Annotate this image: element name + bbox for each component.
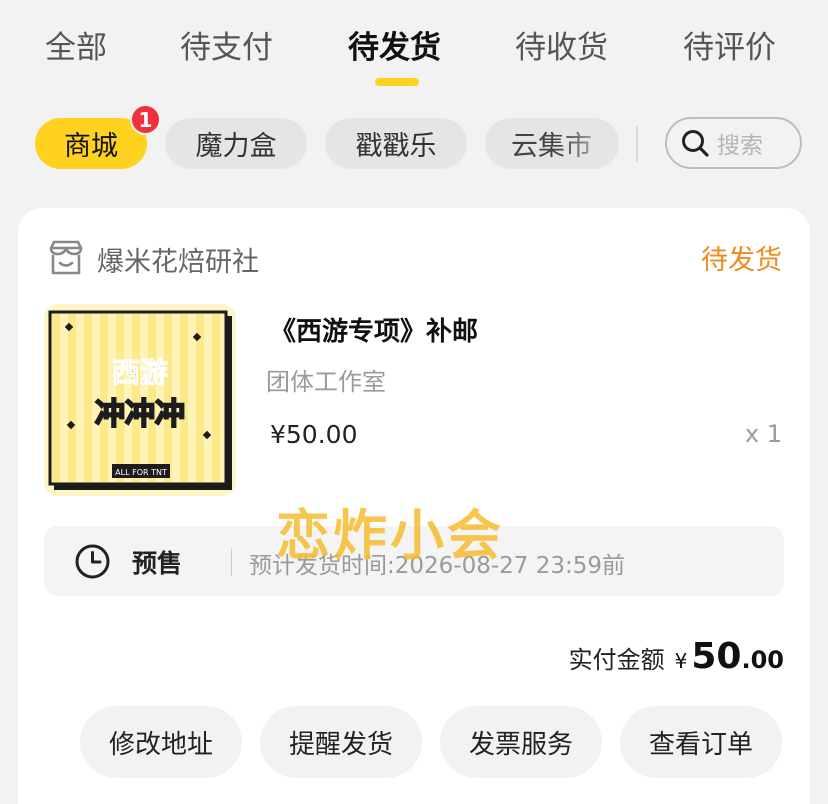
presale-tag: 预售 [132,549,183,578]
invoice-service-button[interactable]: 发票服务 [440,706,602,778]
remind-shipment-button[interactable]: 提醒发货 [260,706,422,778]
order-card: 爆米花焙研社 待发货 西游 冲冲冲 ALL FOR TNT 《西游专项》补邮 团… [18,208,810,804]
search-box[interactable]: 搜索 [665,117,802,169]
total-label: 实付金额 [568,646,665,674]
shop-name[interactable]: 爆米花焙研社 [97,240,259,279]
chip-mall[interactable]: 商城 [35,118,147,169]
order-total: 实付金额 ¥ 50 .00 [569,636,784,677]
shop-icon [49,240,83,275]
chip-poke-fun[interactable]: 戳戳乐 [325,118,467,169]
presale-info: 预售 预计发货时间:2026-08-27 23:59前 [44,526,784,596]
chip-magic-box[interactable]: 魔力盒 [165,118,307,169]
product-quantity: x 1 [744,420,782,448]
tab-pending-payment[interactable]: 待支付 [180,22,273,67]
total-integer: 50 [691,636,742,677]
view-order-button[interactable]: 查看订单 [620,706,782,778]
product-image-tagline: ALL FOR TNT [115,468,167,477]
search-icon [682,130,709,157]
product-image[interactable]: 西游 冲冲冲 ALL FOR TNT [44,304,236,496]
order-status: 待发货 [701,245,782,276]
total-decimal: .00 [741,646,784,674]
product-title[interactable]: 《西游专项》补邮 [270,311,478,348]
notification-badge: 1 [130,104,161,135]
tab-pending-shipment[interactable]: 待发货 [348,22,441,67]
active-tab-indicator [375,78,419,86]
chip-cloud-market[interactable]: 云集市 [485,118,619,169]
tab-pending-review[interactable]: 待评价 [683,22,776,67]
presale-divider [231,548,232,576]
chip-divider [636,126,638,162]
product-image-title: 西游 [112,356,168,389]
modify-address-button[interactable]: 修改地址 [80,706,242,778]
tab-pending-receipt[interactable]: 待收货 [515,22,608,67]
product-subtitle: 团体工作室 [266,368,386,396]
clock-icon [75,544,110,579]
total-currency: ¥ [674,649,688,673]
search-placeholder: 搜索 [717,133,763,159]
product-price: ¥50.00 [270,420,358,449]
estimated-ship-time: 预计发货时间:2026-08-27 23:59前 [249,553,626,579]
order-tabs: 全部 待支付 待发货 待收货 待评价 [0,0,828,96]
tab-all[interactable]: 全部 [45,22,107,67]
product-image-slogan: 冲冲冲 [95,397,185,432]
